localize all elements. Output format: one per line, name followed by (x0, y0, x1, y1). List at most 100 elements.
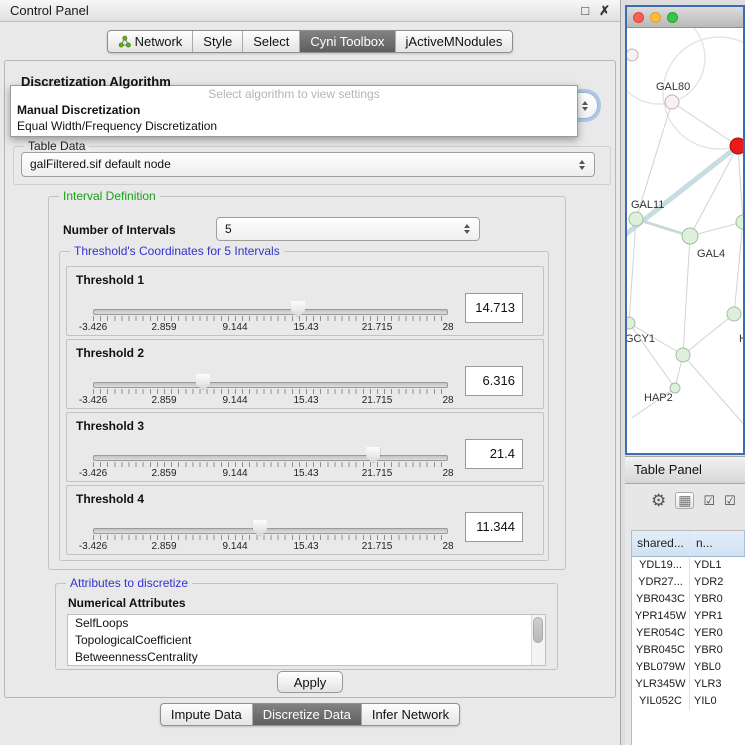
scale-label: -3.426 (79, 322, 107, 333)
tab-discretize-data[interactable]: Discretize Data (252, 704, 361, 725)
tab-jactivemnodules[interactable]: jActiveMNodules (395, 31, 513, 52)
scale-label: 21.715 (362, 395, 393, 406)
scale-label: 28 (442, 322, 453, 333)
threshold-slider[interactable]: -3.4262.8599.14415.4321.71528 (93, 520, 448, 552)
network-canvas[interactable]: GAL80GAL11GAL4GCY1HAP2H (627, 28, 743, 452)
network-node[interactable] (727, 307, 741, 321)
scrollbar-thumb[interactable] (533, 617, 543, 643)
table-data-combobox[interactable]: galFiltered.sif default node (21, 152, 595, 177)
scale-label: 15.43 (293, 395, 318, 406)
threshold-value-field[interactable]: 11.344 (465, 512, 523, 542)
threshold-value-field[interactable]: 6.316 (465, 366, 523, 396)
threshold-slider[interactable]: -3.4262.8599.14415.4321.71528 (93, 301, 448, 333)
tab-select[interactable]: Select (242, 31, 299, 52)
network-window-titlebar[interactable] (627, 7, 743, 28)
scale-label: 21.715 (362, 322, 393, 333)
scale-label: -3.426 (79, 468, 107, 479)
network-node[interactable] (676, 348, 690, 362)
table-row[interactable]: YBL079WYBL0 (632, 659, 745, 676)
gear-icon[interactable]: ⚙ (651, 492, 666, 509)
zoom-traffic-light-icon[interactable] (667, 12, 678, 23)
node-label: H (739, 333, 743, 345)
tab-label: jActiveMNodules (406, 34, 503, 49)
attribute-listbox[interactable]: SelfLoopsTopologicalCoefficientBetweenne… (67, 614, 546, 666)
float-window-icon[interactable]: □ (581, 4, 589, 17)
top-tabbar: NetworkStyleSelectCyni Toolbox jActiveMNo… (0, 30, 620, 53)
network-node[interactable] (627, 49, 638, 61)
table-row[interactable]: YDR27...YDR2 (632, 574, 745, 591)
algorithm-dropdown-popup: Select algorithm to view settings Manual… (10, 85, 578, 137)
scale-label: 21.715 (362, 541, 393, 552)
columns-icon[interactable]: ▦ (675, 492, 694, 509)
number-of-intervals-value: 5 (217, 218, 479, 241)
dropdown-item-manual-discretization[interactable]: Manual Discretization (11, 102, 577, 118)
table-row[interactable]: YBR043CYBR0 (632, 591, 745, 608)
list-item[interactable]: TopologicalCoefficient (68, 632, 545, 649)
tab-impute-data[interactable]: Impute Data (161, 704, 252, 725)
slider-ticks (93, 316, 448, 321)
background-arc (663, 37, 743, 149)
minimize-traffic-light-icon[interactable] (650, 12, 661, 23)
slider-track (93, 455, 448, 461)
close-icon[interactable]: ✗ (599, 4, 610, 17)
network-node[interactable] (682, 228, 698, 244)
checkbox-icon[interactable]: ☑ (703, 494, 715, 507)
slider-scale: -3.4262.8599.14415.4321.71528 (93, 395, 448, 406)
close-traffic-light-icon[interactable] (633, 12, 644, 23)
table-row[interactable]: YDL19...YDL1 (632, 557, 745, 574)
list-scrollbar[interactable] (531, 615, 545, 665)
cell-name: YER0 (690, 625, 745, 642)
tab-infer-network[interactable]: Infer Network (361, 704, 459, 725)
list-item[interactable]: SelfLoops (68, 615, 545, 632)
table-row[interactable]: YIL052CYIL0 (632, 693, 745, 710)
scale-label: 28 (442, 541, 453, 552)
table-panel-title: Table Panel (634, 462, 702, 477)
table-row[interactable]: YBR045CYBR0 (632, 642, 745, 659)
network-node[interactable] (665, 95, 679, 109)
tab-network[interactable]: Network (108, 31, 193, 52)
network-node[interactable] (627, 317, 635, 329)
network-node[interactable] (736, 215, 743, 229)
network-node[interactable] (730, 138, 743, 154)
dropdown-item-equal-width-frequency[interactable]: Equal Width/Frequency Discretization (11, 118, 577, 134)
scale-label: 2.859 (151, 541, 176, 552)
tab-cyni-toolbox[interactable]: Cyni Toolbox (299, 31, 394, 52)
node-table-header: shared... n... (632, 531, 745, 557)
table-data-label: Table Data (24, 139, 89, 153)
tab-style[interactable]: Style (192, 31, 242, 52)
table-row[interactable]: YER054CYER0 (632, 625, 745, 642)
cyni-toolbox-panel: Discretization Algorithm Select algorith… (4, 60, 616, 698)
control-panel: Control Panel □ ✗ NetworkStyleSelectCyni… (0, 0, 621, 745)
control-panel-titlebar: Control Panel □ ✗ (0, 0, 620, 22)
tab-label: Discretize Data (263, 707, 351, 722)
node-table: shared... n... YDL19...YDL1YDR27...YDR2Y… (631, 530, 745, 745)
threshold-label: Threshold 1 (76, 273, 144, 287)
scale-label: -3.426 (79, 395, 107, 406)
bottom-tab-group: Impute Data Discretize Data Infer Network (160, 703, 460, 726)
cell-shared-name: YPR145W (632, 608, 690, 625)
cell-name: YBR0 (690, 591, 745, 608)
threshold-value-field[interactable]: 14.713 (465, 293, 523, 323)
table-row[interactable]: YPR145WYPR1 (632, 608, 745, 625)
cell-name: YDL1 (690, 557, 745, 574)
slider-scale: -3.4262.8599.14415.4321.71528 (93, 468, 448, 479)
checkbox-icon[interactable]: ☑ (724, 494, 736, 507)
panel-title: Control Panel (10, 3, 571, 18)
threshold-value-field[interactable]: 21.4 (465, 439, 523, 469)
network-icon (118, 35, 131, 48)
network-node[interactable] (629, 212, 643, 226)
cell-name: YIL0 (690, 693, 745, 710)
threshold-slider[interactable]: -3.4262.8599.14415.4321.71528 (93, 447, 448, 479)
network-edge (672, 102, 738, 146)
slider-scale: -3.4262.8599.14415.4321.71528 (93, 541, 448, 552)
slider-track (93, 309, 448, 315)
column-header-name[interactable]: n... (690, 531, 745, 556)
table-row[interactable]: YLR345WYLR3 (632, 676, 745, 693)
list-item[interactable]: BetweennessCentrality (68, 649, 545, 666)
column-header-shared-name[interactable]: shared... (632, 531, 690, 556)
cell-shared-name: YBR043C (632, 591, 690, 608)
apply-button[interactable]: Apply (277, 671, 343, 693)
threshold-slider[interactable]: -3.4262.8599.14415.4321.71528 (93, 374, 448, 406)
bottom-tabbar: Impute Data Discretize Data Infer Network (0, 703, 620, 726)
number-of-intervals-combobox[interactable]: 5 (216, 217, 480, 241)
